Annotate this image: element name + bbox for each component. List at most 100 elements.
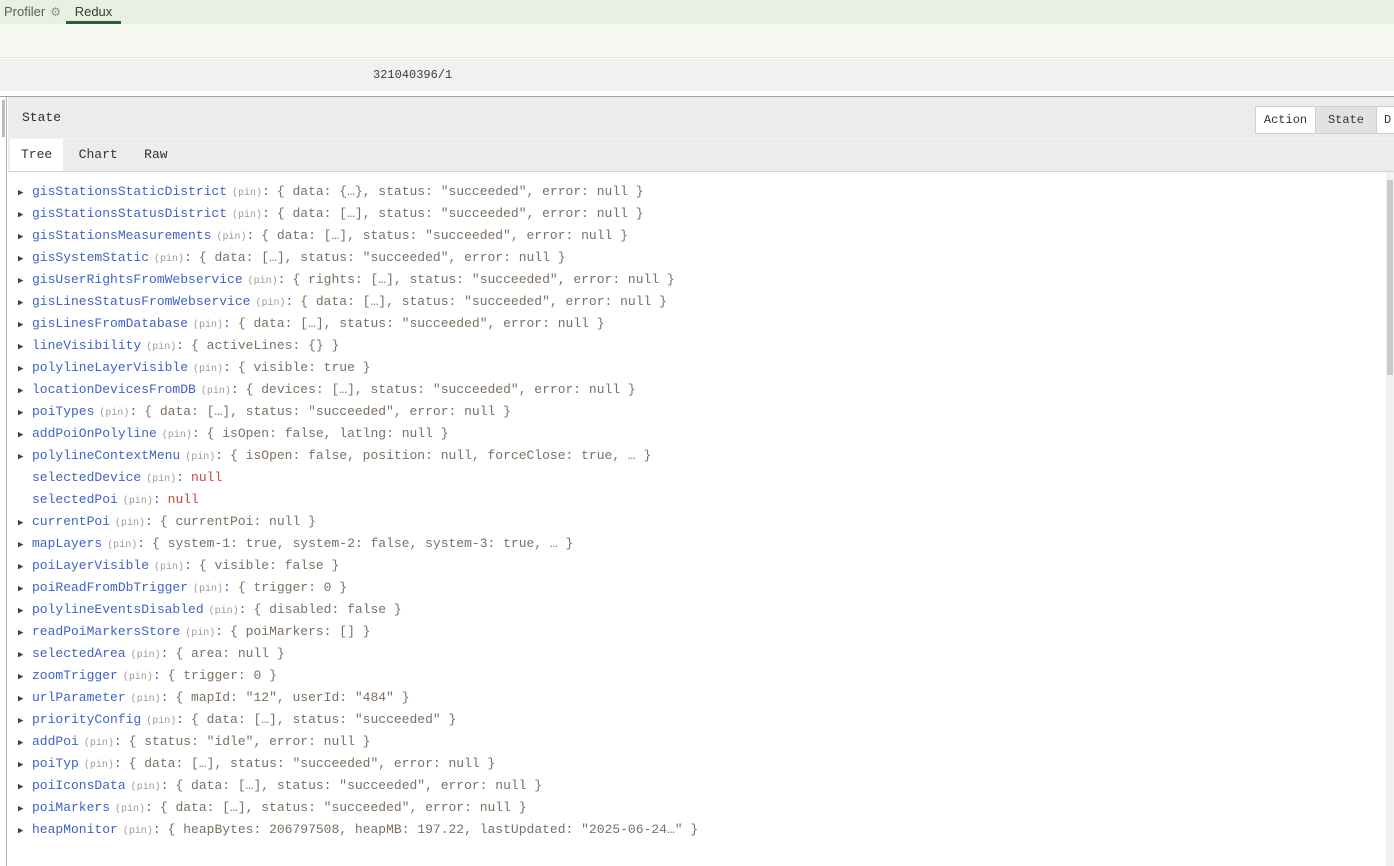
pin-badge[interactable]: (pin) <box>131 782 161 793</box>
tree-row[interactable]: ▶polylineContextMenu(pin):{ isOpen: fals… <box>8 445 1386 467</box>
state-view-button[interactable]: State <box>1316 106 1377 134</box>
tree-row[interactable]: ▶poiLayerVisible(pin):{ visible: false } <box>8 555 1386 577</box>
expand-arrow-icon[interactable]: ▶ <box>18 248 32 270</box>
pin-badge[interactable]: (pin) <box>193 364 223 375</box>
tree-row[interactable]: ▶gisLinesStatusFromWebservice(pin):{ dat… <box>8 291 1386 313</box>
expand-arrow-icon[interactable]: ▶ <box>18 512 32 534</box>
tree-row[interactable]: ▶gisUserRightsFromWebservice(pin):{ righ… <box>8 269 1386 291</box>
value-preview: { currentPoi: null } <box>160 514 316 529</box>
pin-badge[interactable]: (pin) <box>131 694 161 705</box>
expand-arrow-icon[interactable]: ▶ <box>18 798 32 820</box>
expand-arrow-icon[interactable]: ▶ <box>18 226 32 248</box>
tree-row[interactable]: ▶addPoi(pin):{ status: "idle", error: nu… <box>8 731 1386 753</box>
pin-badge[interactable]: (pin) <box>248 276 278 287</box>
tree-row[interactable]: ▶addPoiOnPolyline(pin):{ isOpen: false, … <box>8 423 1386 445</box>
pin-badge[interactable]: (pin) <box>201 386 231 397</box>
pin-badge[interactable]: (pin) <box>146 342 176 353</box>
expand-arrow-icon[interactable]: ▶ <box>18 380 32 402</box>
expand-arrow-icon[interactable]: ▶ <box>18 336 32 358</box>
tab-chart[interactable]: Chart <box>68 139 129 171</box>
tree-row[interactable]: ▶urlParameter(pin):{ mapId: "12", userId… <box>8 687 1386 709</box>
pin-badge[interactable]: (pin) <box>193 584 223 595</box>
pin-badge[interactable]: (pin) <box>146 474 176 485</box>
diff-view-button[interactable]: D <box>1377 106 1394 134</box>
expand-arrow-icon[interactable]: ▶ <box>18 446 32 468</box>
pin-badge[interactable]: (pin) <box>185 628 215 639</box>
tree-row[interactable]: ▶gisSystemStatic(pin):{ data: […], statu… <box>8 247 1386 269</box>
expand-arrow-icon[interactable]: ▶ <box>18 622 32 644</box>
expand-arrow-icon[interactable]: ▶ <box>18 402 32 424</box>
expand-arrow-icon[interactable]: ▶ <box>18 182 32 204</box>
tree-row[interactable]: ▶poiTypes(pin):{ data: […], status: "suc… <box>8 401 1386 423</box>
pin-badge[interactable]: (pin) <box>216 232 246 243</box>
pin-badge[interactable]: (pin) <box>115 804 145 815</box>
left-scrollbar-thumb[interactable] <box>2 100 5 137</box>
expand-arrow-icon[interactable]: ▶ <box>18 314 32 336</box>
tree-row[interactable]: ▶readPoiMarkersStore(pin):{ poiMarkers: … <box>8 621 1386 643</box>
expand-arrow-icon[interactable]: ▶ <box>18 556 32 578</box>
expand-arrow-icon[interactable]: ▶ <box>18 732 32 754</box>
tree-row[interactable]: ▶zoomTrigger(pin):{ trigger: 0 } <box>8 665 1386 687</box>
tree-row[interactable]: ▶lineVisibility(pin):{ activeLines: {} } <box>8 335 1386 357</box>
tree-row[interactable]: ▶heapMonitor(pin):{ heapBytes: 206797508… <box>8 819 1386 841</box>
tree-row[interactable]: ▶poiReadFromDbTrigger(pin):{ trigger: 0 … <box>8 577 1386 599</box>
expand-arrow-icon[interactable]: ▶ <box>18 204 32 226</box>
tree-row[interactable]: ▶locationDevicesFromDB(pin):{ devices: [… <box>8 379 1386 401</box>
tree-row[interactable]: ▶polylineEventsDisabled(pin):{ disabled:… <box>8 599 1386 621</box>
pin-badge[interactable]: (pin) <box>123 826 153 837</box>
tree-row[interactable]: ▶gisStationsStaticDistrict(pin):{ data: … <box>8 181 1386 203</box>
tree-row[interactable]: ▶currentPoi(pin):{ currentPoi: null } <box>8 511 1386 533</box>
expand-arrow-icon[interactable]: ▶ <box>18 270 32 292</box>
expand-arrow-icon[interactable]: ▶ <box>18 776 32 798</box>
expand-arrow-icon[interactable]: ▶ <box>18 424 32 446</box>
expand-arrow-icon[interactable]: ▶ <box>18 754 32 776</box>
expand-arrow-icon[interactable]: ▶ <box>18 666 32 688</box>
tree-row[interactable]: ▶gisLinesFromDatabase(pin):{ data: […], … <box>8 313 1386 335</box>
pin-badge[interactable]: (pin) <box>84 760 114 771</box>
tree-row[interactable]: ▶mapLayers(pin):{ system-1: true, system… <box>8 533 1386 555</box>
tree-row[interactable]: ▶poiTyp(pin):{ data: […], status: "succe… <box>8 753 1386 775</box>
pin-badge[interactable]: (pin) <box>99 408 129 419</box>
pin-badge[interactable]: (pin) <box>209 606 239 617</box>
action-list-item[interactable]: 321040396/1 <box>0 59 1394 91</box>
pin-badge[interactable]: (pin) <box>146 716 176 727</box>
expand-arrow-icon[interactable]: ▶ <box>18 600 32 622</box>
pin-badge[interactable]: (pin) <box>107 540 137 551</box>
expand-arrow-icon[interactable]: ▶ <box>18 688 32 710</box>
tab-profiler[interactable]: Profiler⚙ <box>4 0 61 24</box>
pin-badge[interactable]: (pin) <box>193 320 223 331</box>
tab-raw[interactable]: Raw <box>133 139 178 171</box>
right-scrollbar-track[interactable] <box>1386 172 1394 866</box>
pin-badge[interactable]: (pin) <box>131 650 161 661</box>
pin-badge[interactable]: (pin) <box>115 518 145 529</box>
pin-badge[interactable]: (pin) <box>84 738 114 749</box>
tree-row[interactable]: ▶gisStationsStatusDistrict(pin):{ data: … <box>8 203 1386 225</box>
tab-tree[interactable]: Tree <box>10 139 63 171</box>
expand-arrow-icon[interactable]: ▶ <box>18 710 32 732</box>
pin-badge[interactable]: (pin) <box>154 562 184 573</box>
expand-arrow-icon[interactable]: ▶ <box>18 644 32 666</box>
expand-arrow-icon[interactable]: ▶ <box>18 534 32 556</box>
pin-badge[interactable]: (pin) <box>232 210 262 221</box>
expand-arrow-icon[interactable]: ▶ <box>18 292 32 314</box>
tree-row[interactable]: ▶priorityConfig(pin):{ data: […], status… <box>8 709 1386 731</box>
gear-icon[interactable]: ⚙ <box>50 0 61 24</box>
expand-arrow-icon[interactable]: ▶ <box>18 820 32 842</box>
pin-badge[interactable]: (pin) <box>255 298 285 309</box>
pin-badge[interactable]: (pin) <box>162 430 192 441</box>
pin-badge[interactable]: (pin) <box>123 672 153 683</box>
tree-row[interactable]: ▶poiIconsData(pin):{ data: […], status: … <box>8 775 1386 797</box>
tree-row[interactable]: ▶selectedArea(pin):{ area: null } <box>8 643 1386 665</box>
expand-arrow-icon[interactable]: ▶ <box>18 578 32 600</box>
tree-row[interactable]: ▶poiMarkers(pin):{ data: […], status: "s… <box>8 797 1386 819</box>
expand-arrow-icon[interactable]: ▶ <box>18 358 32 380</box>
tree-row[interactable]: ▶polylineLayerVisible(pin):{ visible: tr… <box>8 357 1386 379</box>
tab-redux[interactable]: Redux <box>66 0 121 24</box>
pin-badge[interactable]: (pin) <box>123 496 153 507</box>
pin-badge[interactable]: (pin) <box>185 452 215 463</box>
pin-badge[interactable]: (pin) <box>232 188 262 199</box>
tree-row[interactable]: ▶gisStationsMeasurements(pin):{ data: […… <box>8 225 1386 247</box>
action-view-button[interactable]: Action <box>1255 106 1316 134</box>
right-scrollbar-thumb[interactable] <box>1387 180 1393 375</box>
pin-badge[interactable]: (pin) <box>154 254 184 265</box>
